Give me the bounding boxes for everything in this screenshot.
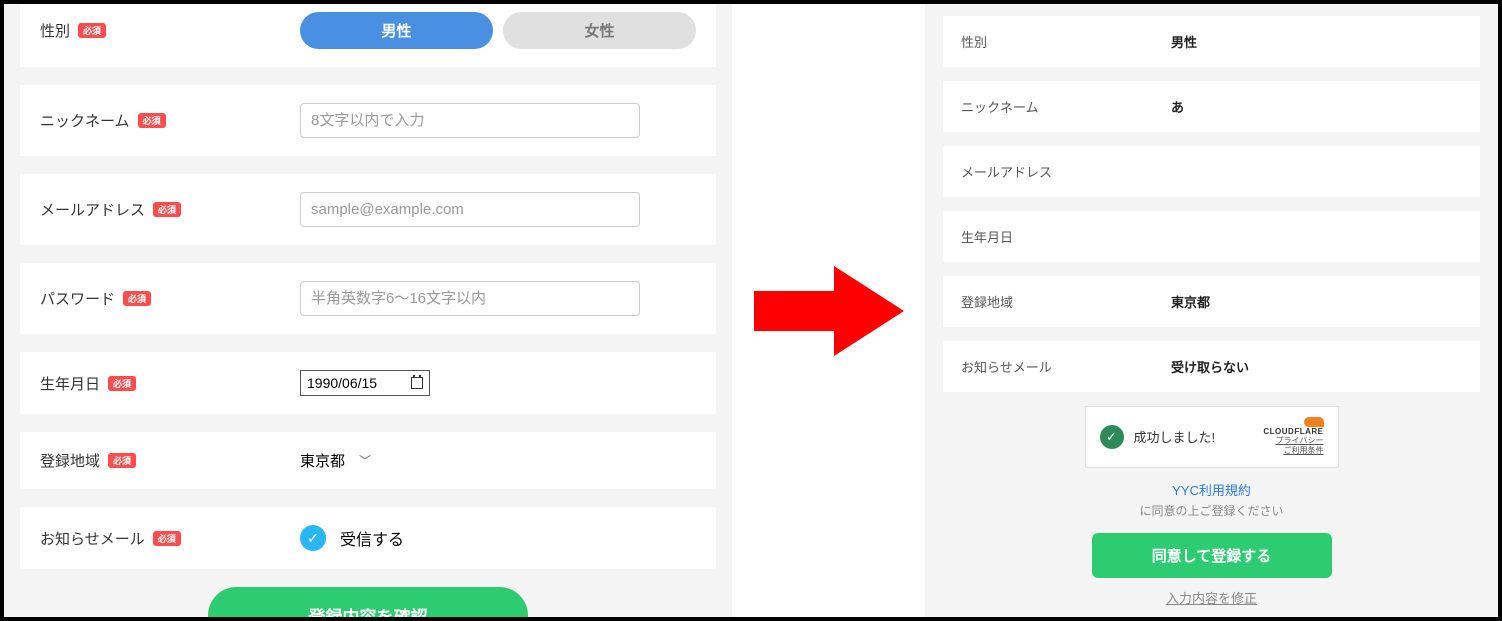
required-badge: 必須 xyxy=(153,531,181,546)
captcha-privacy-link[interactable]: プライバシー xyxy=(1263,436,1323,446)
terms-block: YYC利用規約 に同意の上ご登録ください xyxy=(925,480,1498,519)
edit-input-link[interactable]: 入力内容を修正 xyxy=(925,588,1498,607)
confirm-nickname-value: あ xyxy=(1171,97,1184,116)
newsletter-label: お知らせメール xyxy=(40,528,145,549)
confirm-birthdate-label: 生年月日 xyxy=(961,227,1171,246)
gender-male-button[interactable]: 男性 xyxy=(300,12,493,49)
arrow-right-icon xyxy=(754,261,904,361)
confirm-newsletter-label: お知らせメール xyxy=(961,357,1171,376)
confirm-birthdate-row: 生年月日 xyxy=(943,211,1480,262)
region-select[interactable]: 東京都 ﹀ xyxy=(300,450,696,471)
birthdate-row: 生年月日 必須 1990/06/15 xyxy=(20,352,716,414)
confirm-region-value: 東京都 xyxy=(1171,292,1210,311)
birthdate-label: 生年月日 xyxy=(40,373,100,394)
region-value: 東京都 xyxy=(300,450,345,471)
newsletter-row: お知らせメール 必須 ✓ 受信する xyxy=(20,507,716,569)
region-row: 登録地域 必須 東京都 ﹀ xyxy=(20,432,716,489)
password-label: パスワード xyxy=(40,288,115,309)
gender-female-button[interactable]: 女性 xyxy=(503,12,696,49)
arrow-divider xyxy=(732,261,925,361)
confirm-nickname-label: ニックネーム xyxy=(961,97,1171,116)
confirm-gender-row: 性別 男性 xyxy=(943,16,1480,67)
chevron-down-icon: ﹀ xyxy=(359,452,371,469)
nickname-row: ニックネーム 必須 xyxy=(20,85,716,156)
captcha-widget: ✓ 成功しました! CLOUDFLARE プライバシー ご利用条件 xyxy=(1085,406,1339,468)
terms-link[interactable]: YYC利用規約 xyxy=(1172,483,1251,498)
nickname-label: ニックネーム xyxy=(40,110,130,131)
confirm-gender-label: 性別 xyxy=(961,32,1171,51)
confirm-gender-value: 男性 xyxy=(1171,32,1197,51)
terms-subtext: に同意の上ご登録ください xyxy=(925,502,1498,519)
required-badge: 必須 xyxy=(78,23,106,38)
check-icon: ✓ xyxy=(300,525,326,551)
gender-label: 性別 xyxy=(40,20,70,41)
confirm-region-row: 登録地域 東京都 xyxy=(943,276,1480,327)
required-badge: 必須 xyxy=(138,113,166,128)
password-input[interactable] xyxy=(300,281,640,316)
captcha-terms-link[interactable]: ご利用条件 xyxy=(1263,446,1323,456)
gender-row: 性別 必須 男性 女性 xyxy=(20,4,716,67)
nickname-input[interactable] xyxy=(300,103,640,138)
region-label: 登録地域 xyxy=(40,450,100,471)
confirm-email-label: メールアドレス xyxy=(961,162,1171,181)
password-row: パスワード 必須 xyxy=(20,263,716,334)
confirmation-panel: 性別 男性 ニックネーム あ メールアドレス 生年月日 登録地域 東京都 お知ら… xyxy=(925,4,1498,617)
check-circle-icon: ✓ xyxy=(1100,425,1124,449)
required-badge: 必須 xyxy=(108,376,136,391)
confirm-email-row: メールアドレス xyxy=(943,146,1480,197)
registration-form-panel: 性別 必須 男性 女性 ニックネーム 必須 メールアドレス 必須 xyxy=(4,4,732,617)
email-input[interactable] xyxy=(300,192,640,227)
cloud-icon xyxy=(1304,417,1324,427)
birthdate-input[interactable]: 1990/06/15 xyxy=(300,370,430,396)
confirm-button[interactable]: 登録内容を確認 xyxy=(208,587,528,617)
cloudflare-brand-text: CLOUDFLARE xyxy=(1263,427,1323,436)
cloudflare-logo xyxy=(1263,417,1323,427)
agree-register-button[interactable]: 同意して登録する xyxy=(1092,533,1332,578)
birthdate-value: 1990/06/15 xyxy=(307,375,377,391)
confirm-nickname-row: ニックネーム あ xyxy=(943,81,1480,132)
required-badge: 必須 xyxy=(123,291,151,306)
confirm-newsletter-value: 受け取らない xyxy=(1171,357,1249,376)
newsletter-option: 受信する xyxy=(340,526,404,550)
confirm-newsletter-row: お知らせメール 受け取らない xyxy=(943,341,1480,392)
required-badge: 必須 xyxy=(153,202,181,217)
required-badge: 必須 xyxy=(108,453,136,468)
calendar-icon xyxy=(411,377,423,389)
newsletter-checkbox[interactable]: ✓ 受信する xyxy=(300,525,696,551)
captcha-success-text: 成功しました! xyxy=(1134,427,1216,446)
confirm-region-label: 登録地域 xyxy=(961,292,1171,311)
email-label: メールアドレス xyxy=(40,199,145,220)
email-row: メールアドレス 必須 xyxy=(20,174,716,245)
